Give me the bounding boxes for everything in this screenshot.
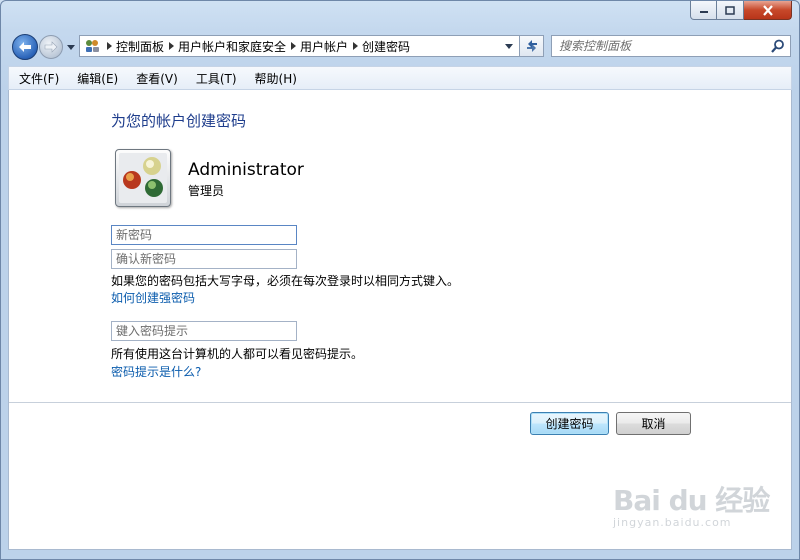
avatar-image-icon <box>119 153 167 203</box>
maximize-icon <box>725 5 735 15</box>
breadcrumb-separator-icon <box>102 42 116 50</box>
menu-bar: 文件(F) 编辑(E) 查看(V) 工具(T) 帮助(H) <box>8 66 792 90</box>
forward-button[interactable] <box>39 35 63 59</box>
maximize-button[interactable] <box>717 1 744 20</box>
control-panel-icon <box>84 38 102 54</box>
page-title: 为您的帐户创建密码 <box>111 112 247 130</box>
search-box[interactable] <box>551 35 791 57</box>
breadcrumb-separator-icon <box>164 42 178 50</box>
close-button[interactable] <box>744 1 792 20</box>
breadcrumb-user-accounts-family-safety[interactable]: 用户帐户和家庭安全 <box>178 38 286 55</box>
hint-visibility-note: 所有使用这台计算机的人都可以看见密码提示。 <box>111 347 364 361</box>
user-avatar <box>115 149 171 207</box>
strong-password-link[interactable]: 如何创建强密码 <box>111 289 195 306</box>
breadcrumb-separator-icon <box>348 42 362 50</box>
close-icon <box>762 4 773 16</box>
search-input[interactable] <box>559 37 759 55</box>
user-name: Administrator <box>188 160 304 180</box>
control-panel-window: 控制面板 用户帐户和家庭安全 用户帐户 创建密码 文件(F) 编辑(E) 查看(… <box>0 0 800 560</box>
cancel-button[interactable]: 取消 <box>616 412 691 435</box>
menu-help[interactable]: 帮助(H) <box>245 70 305 87</box>
back-button[interactable] <box>12 34 38 60</box>
password-hint-field[interactable] <box>111 321 297 341</box>
breadcrumb-control-panel[interactable]: 控制面板 <box>116 38 164 55</box>
recent-pages-dropdown[interactable] <box>65 41 77 53</box>
divider <box>9 402 791 403</box>
minimize-button[interactable] <box>690 1 717 20</box>
breadcrumb-separator-icon <box>286 42 300 50</box>
address-history-dropdown[interactable] <box>503 40 515 52</box>
minimize-icon <box>699 11 708 13</box>
address-bar[interactable]: 控制面板 用户帐户和家庭安全 用户帐户 创建密码 <box>79 35 520 57</box>
menu-file[interactable]: 文件(F) <box>9 70 67 87</box>
baidu-watermark: Bai du 经验 jingyan.baidu.com <box>613 479 770 529</box>
forward-arrow-icon <box>44 41 58 53</box>
menu-view[interactable]: 查看(V) <box>126 70 186 87</box>
refresh-button[interactable] <box>520 35 544 57</box>
password-hint-help-link[interactable]: 密码提示是什么? <box>111 363 201 380</box>
user-role: 管理员 <box>188 184 225 198</box>
create-password-button[interactable]: 创建密码 <box>530 412 609 435</box>
menu-tools[interactable]: 工具(T) <box>186 70 245 87</box>
new-password-field[interactable] <box>111 225 297 245</box>
caps-lock-note: 如果您的密码包括大写字母，必须在每次登录时以相同方式键入。 <box>111 274 460 288</box>
back-arrow-icon <box>19 42 31 52</box>
watermark-logo: Bai du 经验 <box>613 484 770 517</box>
breadcrumb-user-accounts[interactable]: 用户帐户 <box>300 38 348 55</box>
chevron-down-icon <box>67 44 75 50</box>
breadcrumb-create-password[interactable]: 创建密码 <box>362 38 410 55</box>
confirm-password-field[interactable] <box>111 249 297 269</box>
search-icon[interactable] <box>771 39 785 53</box>
refresh-icon <box>526 40 537 52</box>
menu-edit[interactable]: 编辑(E) <box>67 70 126 87</box>
chevron-down-icon <box>505 43 513 49</box>
